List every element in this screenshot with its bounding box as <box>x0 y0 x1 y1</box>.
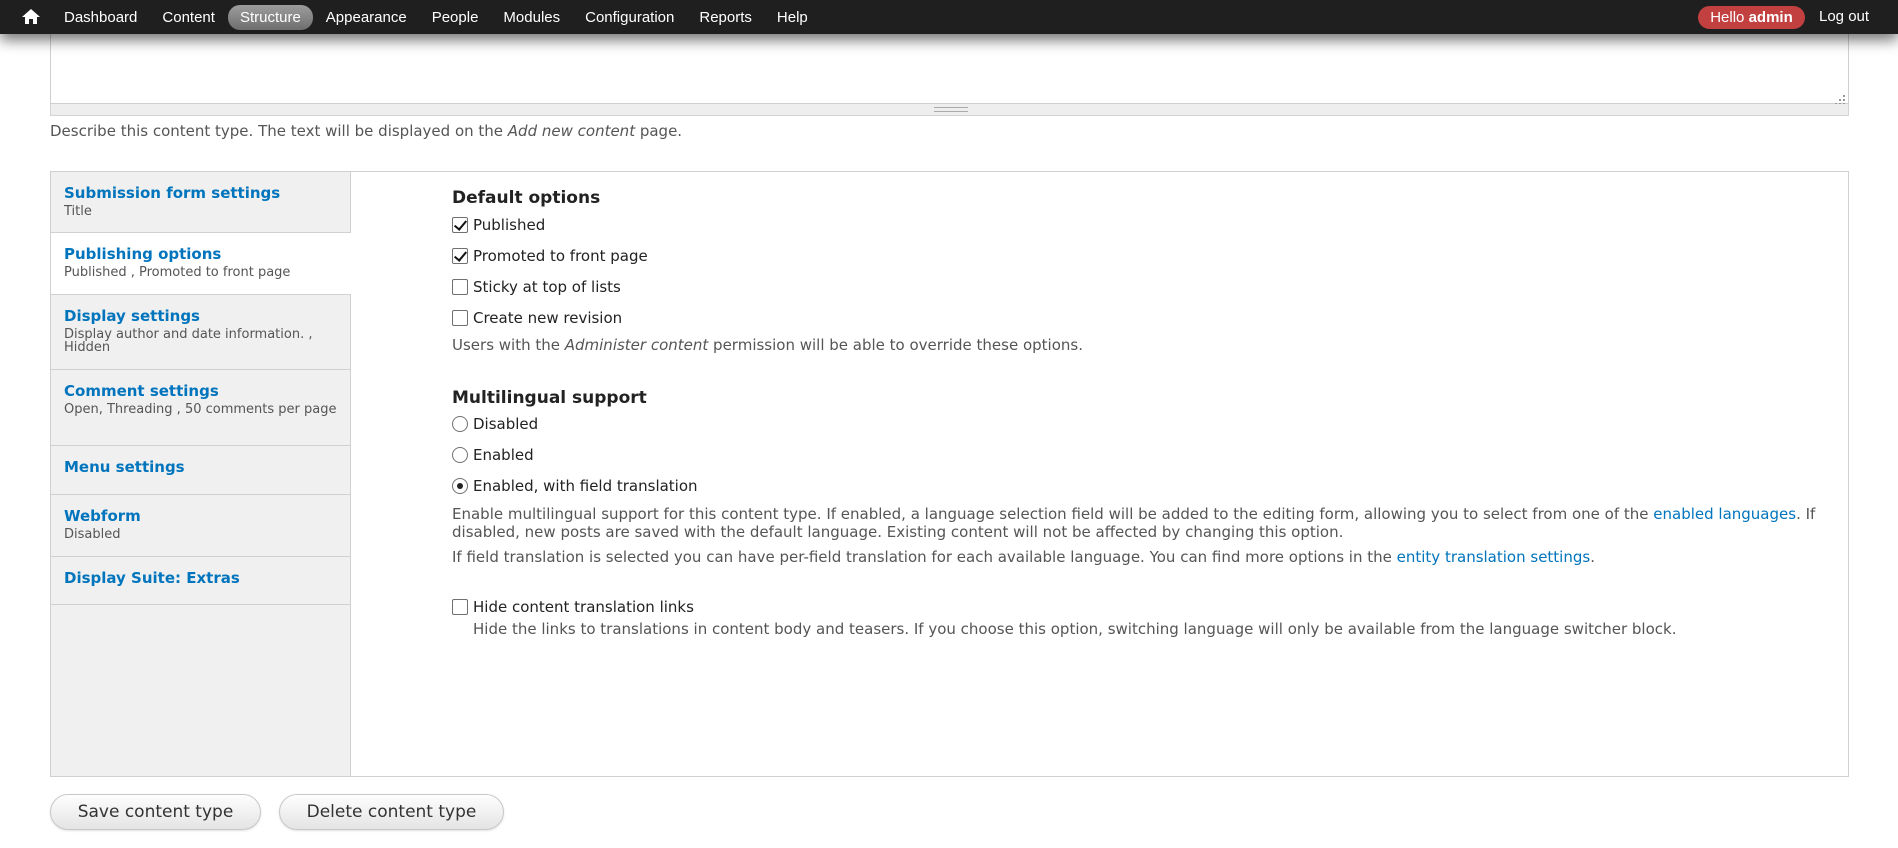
published-checkbox[interactable] <box>452 217 468 233</box>
option-promoted[interactable]: Promoted to front page <box>452 246 648 266</box>
help-text: . <box>1590 548 1595 566</box>
help-text: Describe this content type. The text wil… <box>50 122 508 140</box>
multilingual-help: Enable multilingual support for this con… <box>452 505 1842 541</box>
ml-enabled-radio[interactable] <box>452 447 468 463</box>
default-options-help: Users with the Administer content permis… <box>452 336 1083 354</box>
tab-title: Display Suite: Extras <box>64 569 240 587</box>
toolbar-item-people[interactable]: People <box>420 5 491 30</box>
help-emphasis: Add new content <box>507 122 636 140</box>
logout-link[interactable]: Log out <box>1819 8 1869 25</box>
resize-corner-icon[interactable] <box>1835 90 1845 105</box>
toolbar-item-configuration[interactable]: Configuration <box>573 5 686 30</box>
description-textarea[interactable] <box>50 30 1849 105</box>
tab-publishing-options[interactable]: Publishing options Published , Promoted … <box>51 233 351 295</box>
tab-title: Menu settings <box>64 458 185 476</box>
option-label: Enabled <box>473 446 534 464</box>
option-ml-disabled[interactable]: Disabled <box>452 414 538 434</box>
tab-summary: Title <box>64 204 92 219</box>
toolbar-item-modules[interactable]: Modules <box>491 5 572 30</box>
tab-submission-form-settings[interactable]: Submission form settings Title <box>51 172 350 233</box>
option-ml-enabled[interactable]: Enabled <box>452 445 534 465</box>
tab-summary: Open, Threading , 50 comments per page <box>64 402 337 417</box>
help-text: If field translation is selected you can… <box>452 548 1397 566</box>
tab-display-settings[interactable]: Display settings Display author and date… <box>51 295 350 370</box>
multilingual-heading: Multilingual support <box>452 388 647 408</box>
tab-summary: Published , Promoted to front page <box>64 265 291 280</box>
tab-summary: Disabled <box>64 527 121 542</box>
option-label: Create new revision <box>473 309 623 327</box>
toolbar-menu: Dashboard Content Structure Appearance P… <box>52 0 821 34</box>
tab-title: Comment settings <box>64 382 219 400</box>
grip-icon <box>934 107 968 112</box>
option-ml-field-translation[interactable]: Enabled, with field translation <box>452 476 698 496</box>
tab-summary: Display author and date information. , H… <box>64 327 313 355</box>
option-label: Published <box>473 216 546 234</box>
hide-links-help: Hide the links to translations in conten… <box>473 620 1677 638</box>
textarea-resize-handle[interactable] <box>50 104 1849 116</box>
help-emphasis: Administer content <box>564 336 709 354</box>
revision-checkbox[interactable] <box>452 310 468 326</box>
option-label: Promoted to front page <box>473 247 648 265</box>
user-greeting-badge[interactable]: Hello admin <box>1698 6 1805 29</box>
option-label: Disabled <box>473 415 539 433</box>
tab-menu-settings[interactable]: Menu settings <box>51 446 350 495</box>
tab-webform[interactable]: Webform Disabled <box>51 495 350 557</box>
hide-links-checkbox[interactable] <box>452 599 468 615</box>
home-icon[interactable] <box>20 7 42 27</box>
username: admin <box>1748 9 1793 26</box>
help-text: page. <box>635 122 683 140</box>
tab-display-suite-extras[interactable]: Display Suite: Extras <box>51 557 350 605</box>
description-help: Describe this content type. The text wil… <box>50 122 682 140</box>
greeting-prefix: Hello <box>1710 9 1745 26</box>
save-content-type-button[interactable]: Save content type <box>50 794 261 830</box>
tab-title: Submission form settings <box>64 184 281 202</box>
help-text: Enable multilingual support for this con… <box>452 505 1654 523</box>
field-translation-help: If field translation is selected you can… <box>452 548 1595 566</box>
admin-toolbar: Dashboard Content Structure Appearance P… <box>0 0 1898 34</box>
ml-disabled-radio[interactable] <box>452 416 468 432</box>
tab-title: Webform <box>64 507 141 525</box>
option-label: Sticky at top of lists <box>473 278 621 296</box>
help-text: Users with the <box>452 336 565 354</box>
enabled-languages-link[interactable]: enabled languages <box>1653 505 1796 523</box>
option-new-revision[interactable]: Create new revision <box>452 308 622 328</box>
help-text: permission will be able to override thes… <box>708 336 1083 354</box>
toolbar-item-content[interactable]: Content <box>150 5 227 30</box>
entity-translation-settings-link[interactable]: entity translation settings <box>1397 548 1591 566</box>
toolbar-item-help[interactable]: Help <box>765 5 820 30</box>
toolbar-item-reports[interactable]: Reports <box>687 5 764 30</box>
sticky-checkbox[interactable] <box>452 279 468 295</box>
tab-title: Display settings <box>64 307 200 325</box>
toolbar-item-appearance[interactable]: Appearance <box>314 5 419 30</box>
ml-field-translation-radio[interactable] <box>452 478 468 494</box>
option-published[interactable]: Published <box>452 215 545 235</box>
vertical-tabs-list: Submission form settings Title Publishin… <box>51 172 351 776</box>
option-hide-translation-links[interactable]: Hide content translation links <box>452 597 694 617</box>
option-sticky[interactable]: Sticky at top of lists <box>452 277 621 297</box>
promoted-checkbox[interactable] <box>452 248 468 264</box>
publishing-options-pane: Default options Published Promoted to fr… <box>401 172 1849 776</box>
option-label: Enabled, with field translation <box>473 477 698 495</box>
vertical-tabs: Submission form settings Title Publishin… <box>50 171 1849 777</box>
default-options-heading: Default options <box>452 188 601 208</box>
tab-comment-settings[interactable]: Comment settings Open, Threading , 50 co… <box>51 370 350 446</box>
delete-content-type-button[interactable]: Delete content type <box>279 794 504 830</box>
tab-title: Publishing options <box>64 245 222 263</box>
toolbar-item-dashboard[interactable]: Dashboard <box>52 5 149 30</box>
toolbar-item-structure[interactable]: Structure <box>227 4 313 30</box>
option-label: Hide content translation links <box>473 598 694 616</box>
